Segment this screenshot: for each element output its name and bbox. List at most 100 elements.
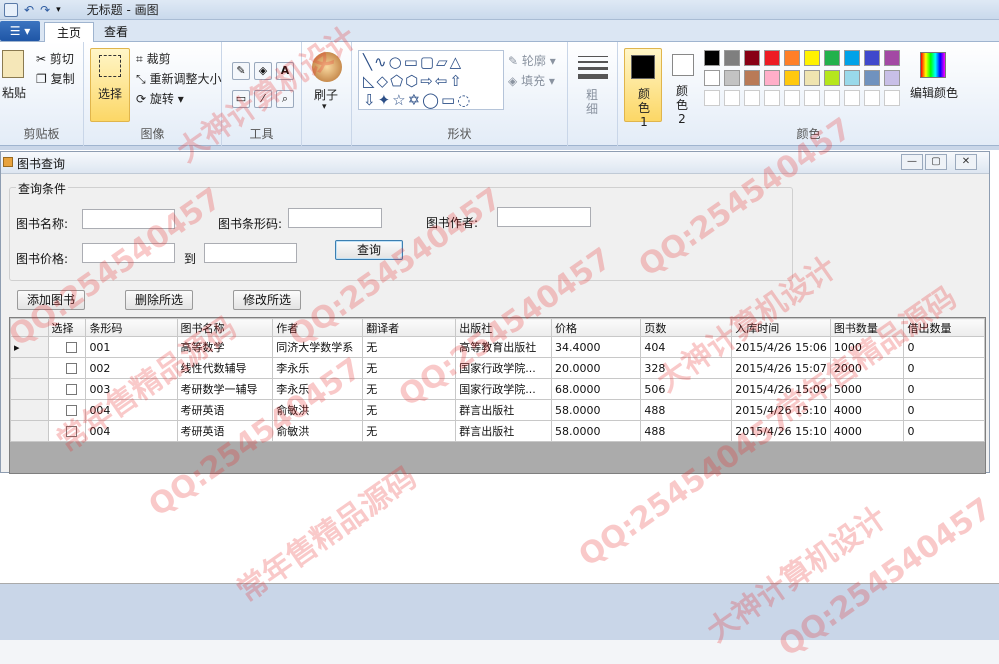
palette-swatch[interactable] — [744, 50, 760, 66]
palette-swatch[interactable] — [724, 70, 740, 86]
column-header[interactable]: 翻译者 — [362, 318, 457, 337]
color1-button[interactable]: 颜色 1 — [624, 48, 662, 129]
rotate-button[interactable]: ⟳ 旋转 ▾ — [136, 90, 184, 107]
query-button[interactable]: 查询 — [335, 240, 403, 260]
brush-icon[interactable] — [312, 52, 342, 82]
palette-swatch[interactable] — [844, 50, 860, 66]
palette-empty-swatch[interactable] — [804, 90, 820, 106]
palette-swatch[interactable] — [844, 70, 860, 86]
redo-icon[interactable]: ↷ — [40, 3, 50, 17]
table-cell[interactable]: 001 — [85, 336, 178, 358]
table-cell[interactable]: 李永乐 — [272, 357, 364, 379]
palette-swatch[interactable] — [704, 50, 720, 66]
palette-swatch[interactable] — [804, 50, 820, 66]
maximize-icon[interactable]: ▢ — [925, 154, 947, 170]
table-row[interactable]: 002 线性代数辅导 李永乐无国家行政学院... 20.0000 328 2015/4/2… — [10, 357, 985, 379]
column-header[interactable]: 作者 — [272, 318, 364, 337]
table-cell[interactable]: 4000 — [829, 420, 905, 442]
file-menu-button[interactable]: ☰ ▾ — [0, 21, 40, 41]
table-cell[interactable]: 404 — [640, 336, 733, 358]
add-book-button[interactable]: 添加图书 — [17, 290, 85, 310]
table-cell[interactable]: 34.4000 — [551, 336, 642, 358]
cut-button[interactable]: ✂ 剪切 — [36, 50, 74, 67]
resize-button[interactable]: ⤡ 重新调整大小 — [136, 70, 221, 87]
tab-home[interactable]: 主页 — [44, 22, 95, 42]
table-cell[interactable]: 58.0000 — [551, 399, 642, 421]
table-cell[interactable]: 考研数学一辅导 — [176, 378, 274, 400]
table-cell[interactable]: 4000 — [829, 399, 905, 421]
palette-swatch[interactable] — [724, 50, 740, 66]
palette-empty-swatch[interactable] — [824, 90, 840, 106]
table-cell[interactable]: 国家行政学院... — [455, 378, 553, 400]
book-name-input[interactable] — [82, 209, 175, 229]
table-cell[interactable]: 0 — [903, 336, 985, 358]
table-cell[interactable]: 5000 — [829, 378, 905, 400]
table-cell[interactable]: 无 — [362, 420, 457, 442]
row-header[interactable] — [10, 399, 49, 421]
table-cell[interactable]: 0 — [903, 420, 985, 442]
fill-button[interactable]: ◈ 填充 ▾ — [508, 72, 555, 89]
delete-selected-button[interactable]: 删除所选 — [125, 290, 193, 310]
column-header[interactable]: 出版社 — [455, 318, 553, 337]
shapes-row-3-icons[interactable]: ⇩✦☆✡◯▭◌ — [363, 91, 472, 109]
line-size-icon[interactable] — [578, 56, 608, 79]
table-cell[interactable]: 0 — [903, 378, 985, 400]
column-header[interactable]: 选择 — [47, 318, 87, 337]
table-cell[interactable]: 无 — [362, 378, 457, 400]
crop-button[interactable]: ⌗ 裁剪 — [136, 50, 171, 67]
table-cell[interactable]: 群言出版社 — [455, 399, 553, 421]
table-cell[interactable]: 线性代数辅导 — [176, 357, 274, 379]
table-cell[interactable]: 高等教育出版社 — [455, 336, 553, 358]
paste-icon[interactable] — [2, 50, 24, 78]
select-button[interactable]: 选择 — [90, 48, 130, 122]
pencil-icon[interactable]: ✎ — [232, 62, 250, 80]
palette-empty-swatch[interactable] — [744, 90, 760, 106]
palette-swatch[interactable] — [784, 50, 800, 66]
brush-dropdown-icon[interactable]: ▾ — [322, 102, 327, 112]
palette-swatch[interactable] — [864, 70, 880, 86]
customize-quick-access-icon[interactable]: ▾ — [56, 5, 61, 15]
table-cell[interactable]: 2015/4/26 15:07 — [731, 357, 831, 379]
edit-colors-icon[interactable] — [920, 52, 946, 78]
price-max-input[interactable] — [204, 243, 297, 263]
text-tool-icon[interactable]: A — [276, 62, 294, 80]
table-cell[interactable]: 高等数学 — [176, 336, 274, 358]
shapes-row-1-icons[interactable]: ╲∿○▭▢▱△ — [363, 53, 463, 71]
undo-icon[interactable]: ↶ — [24, 3, 34, 17]
table-cell[interactable]: 2015/4/26 15:09 — [731, 378, 831, 400]
row-select-checkbox[interactable] — [65, 342, 77, 353]
table-cell[interactable]: 同济大学数学系 — [272, 336, 364, 358]
table-cell[interactable]: 2015/4/26 15:10 — [731, 399, 831, 421]
magnifier-icon[interactable]: ⌕ — [276, 90, 294, 108]
table-cell[interactable]: 考研英语 — [176, 420, 274, 442]
table-row[interactable]: 004 考研英语 俞敏洪无群言出版社 58.0000 488 2015/4/26 15:1… — [10, 399, 985, 421]
column-header[interactable]: 条形码 — [85, 318, 178, 337]
table-cell[interactable]: 58.0000 — [551, 420, 642, 442]
table-cell[interactable]: 无 — [362, 336, 457, 358]
row-select-checkbox[interactable] — [65, 384, 77, 395]
table-cell[interactable]: 68.0000 — [551, 378, 642, 400]
brush-button[interactable]: 刷子 — [314, 86, 338, 103]
save-icon[interactable] — [4, 2, 18, 17]
palette-empty-swatch[interactable] — [724, 90, 740, 106]
row-header[interactable] — [10, 420, 49, 442]
palette-swatch[interactable] — [824, 50, 840, 66]
table-cell[interactable]: 无 — [362, 399, 457, 421]
column-header[interactable]: 借出数量 — [903, 318, 985, 337]
table-row[interactable]: 004 考研英语 俞敏洪无群言出版社 58.0000 488 2015/4/26 15:1… — [10, 420, 985, 442]
table-cell[interactable]: 1000 — [829, 336, 905, 358]
row-select-checkbox[interactable] — [65, 363, 77, 374]
palette-empty-swatch[interactable] — [764, 90, 780, 106]
palette-empty-swatch[interactable] — [884, 90, 900, 106]
table-cell[interactable]: 2015/4/26 15:06 — [731, 336, 831, 358]
palette-swatch[interactable] — [864, 50, 880, 66]
tab-view[interactable]: 查看 — [92, 22, 140, 42]
eraser-icon[interactable]: ▭ — [232, 90, 250, 108]
palette-swatch[interactable] — [764, 50, 780, 66]
shapes-gallery[interactable]: ╲∿○▭▢▱△ ◺◇⬠⬡⇨⇦⇧ ⇩✦☆✡◯▭◌ — [358, 50, 504, 110]
paste-button[interactable]: 粘贴 — [2, 84, 26, 101]
palette-swatch[interactable] — [704, 70, 720, 86]
price-min-input[interactable] — [82, 243, 175, 263]
column-header[interactable]: 图书名称 — [176, 318, 274, 337]
table-cell[interactable]: 002 — [85, 357, 178, 379]
